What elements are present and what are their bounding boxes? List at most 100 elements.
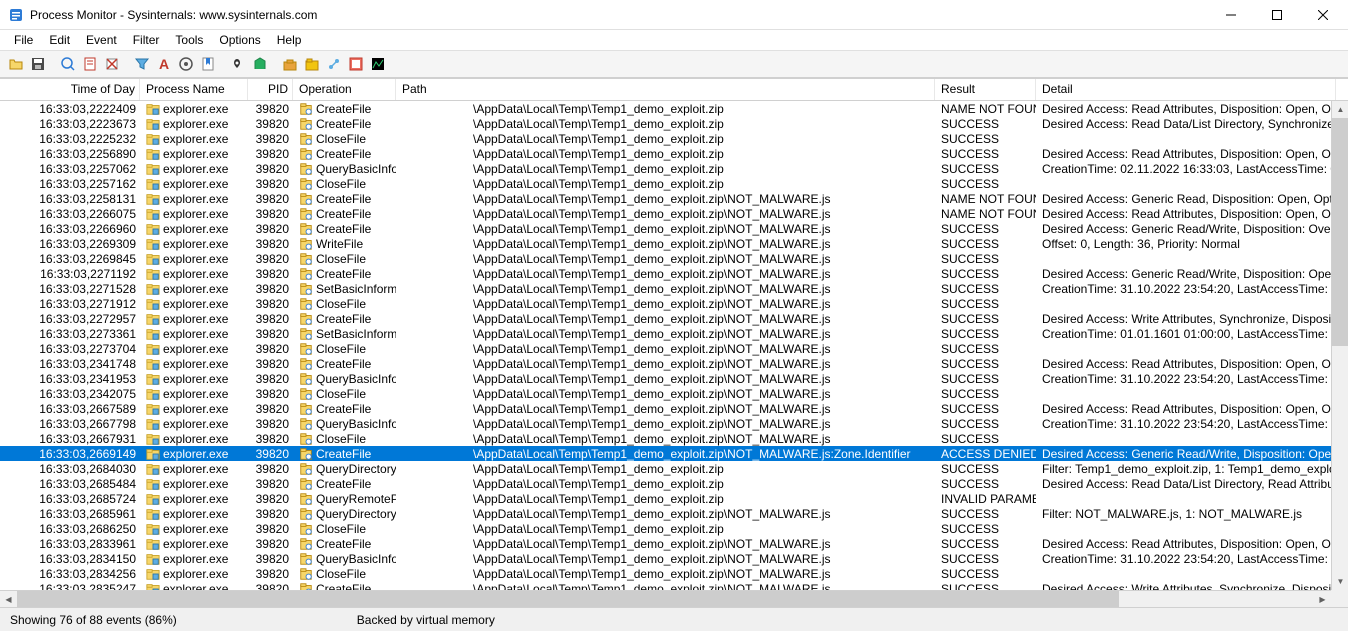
open-button[interactable] xyxy=(6,54,26,74)
registry-activity-button[interactable] xyxy=(280,54,300,74)
column-header-operation[interactable]: Operation xyxy=(293,79,396,100)
grid-body[interactable]: 16:33:03,2222409explorer.exe39820CreateF… xyxy=(0,101,1348,607)
menu-edit[interactable]: Edit xyxy=(41,31,78,49)
event-row[interactable]: 16:33:03,2685484explorer.exe39820CreateF… xyxy=(0,476,1348,491)
event-row[interactable]: 16:33:03,2271192explorer.exe39820CreateF… xyxy=(0,266,1348,281)
cell-result: SUCCESS xyxy=(935,327,1036,341)
event-row[interactable]: 16:33:03,2223673explorer.exe39820CreateF… xyxy=(0,116,1348,131)
event-row[interactable]: 16:33:03,2271528explorer.exe39820SetBasi… xyxy=(0,281,1348,296)
event-row[interactable]: 16:33:03,2685961explorer.exe39820QueryDi… xyxy=(0,506,1348,521)
maximize-button[interactable] xyxy=(1254,0,1300,30)
capture-button[interactable] xyxy=(58,54,78,74)
horizontal-scrollbar[interactable]: ◀ ▶ xyxy=(0,590,1331,607)
event-row[interactable]: 16:33:03,2667798explorer.exe39820QueryBa… xyxy=(0,416,1348,431)
column-header-result[interactable]: Result xyxy=(935,79,1036,100)
event-row[interactable]: 16:33:03,2266960explorer.exe39820CreateF… xyxy=(0,221,1348,236)
cell-pid: 39820 xyxy=(248,507,293,521)
event-row[interactable]: 16:33:03,2266075explorer.exe39820CreateF… xyxy=(0,206,1348,221)
event-row[interactable]: 16:33:03,2269845explorer.exe39820CloseFi… xyxy=(0,251,1348,266)
event-row[interactable]: 16:33:03,2225232explorer.exe39820CloseFi… xyxy=(0,131,1348,146)
event-row[interactable]: 16:33:03,2667589explorer.exe39820CreateF… xyxy=(0,401,1348,416)
cell-path: \AppData\Local\Temp\Temp1_demo_exploit.z… xyxy=(396,417,935,431)
event-row[interactable]: 16:33:03,2257162explorer.exe39820CloseFi… xyxy=(0,176,1348,191)
save-button[interactable] xyxy=(28,54,48,74)
menu-event[interactable]: Event xyxy=(78,31,125,49)
cell-result: SUCCESS xyxy=(935,267,1036,281)
event-row[interactable]: 16:33:03,2834150explorer.exe39820QueryBa… xyxy=(0,551,1348,566)
process-activity-button[interactable] xyxy=(346,54,366,74)
include-button[interactable] xyxy=(176,54,196,74)
menu-help[interactable]: Help xyxy=(269,31,310,49)
cell-process: explorer.exe xyxy=(140,447,248,461)
cell-process: explorer.exe xyxy=(140,282,248,296)
cell-pid: 39820 xyxy=(248,537,293,551)
event-row[interactable]: 16:33:03,2273361explorer.exe39820SetBasi… xyxy=(0,326,1348,341)
scroll-up-button[interactable]: ▲ xyxy=(1332,101,1348,118)
column-header-process-name[interactable]: Process Name xyxy=(140,79,248,100)
cell-pid: 39820 xyxy=(248,522,293,536)
cell-time: 16:33:03,2685961 xyxy=(0,507,140,521)
network-activity-button[interactable] xyxy=(324,54,344,74)
event-row[interactable]: 16:33:03,2273704explorer.exe39820CloseFi… xyxy=(0,341,1348,356)
event-row[interactable]: 16:33:03,2685724explorer.exe39820QueryRe… xyxy=(0,491,1348,506)
event-row[interactable]: 16:33:03,2271912explorer.exe39820CloseFi… xyxy=(0,296,1348,311)
event-row[interactable]: 16:33:03,2686250explorer.exe39820CloseFi… xyxy=(0,521,1348,536)
menu-tools[interactable]: Tools xyxy=(167,31,211,49)
scroll-right-button[interactable]: ▶ xyxy=(1314,591,1331,608)
close-button[interactable] xyxy=(1300,0,1346,30)
cell-result: SUCCESS xyxy=(935,312,1036,326)
cell-path: \AppData\Local\Temp\Temp1_demo_exploit.z… xyxy=(396,357,935,371)
vertical-scrollbar-thumb[interactable] xyxy=(1332,118,1348,346)
scroll-left-button[interactable]: ◀ xyxy=(0,591,17,608)
event-row[interactable]: 16:33:03,2834256explorer.exe39820CloseFi… xyxy=(0,566,1348,581)
cell-path: \AppData\Local\Temp\Temp1_demo_exploit.z… xyxy=(396,537,935,551)
find-button[interactable] xyxy=(228,54,248,74)
cell-detail: Desired Access: Read Attributes, Disposi… xyxy=(1036,357,1336,371)
menu-filter[interactable]: Filter xyxy=(125,31,168,49)
cell-time: 16:33:03,2271192 xyxy=(0,267,140,281)
autoscroll-button[interactable] xyxy=(80,54,100,74)
event-row[interactable]: 16:33:03,2256890explorer.exe39820CreateF… xyxy=(0,146,1348,161)
event-row[interactable]: 16:33:03,2269309explorer.exe39820WriteFi… xyxy=(0,236,1348,251)
jump-button[interactable] xyxy=(250,54,270,74)
event-row[interactable]: 16:33:03,2833961explorer.exe39820CreateF… xyxy=(0,536,1348,551)
event-row[interactable]: 16:33:03,2222409explorer.exe39820CreateF… xyxy=(0,101,1348,116)
menu-file[interactable]: File xyxy=(6,31,41,49)
event-row[interactable]: 16:33:03,2669149explorer.exe39820CreateF… xyxy=(0,446,1348,461)
cell-operation: CloseFile xyxy=(293,252,396,266)
vertical-scrollbar[interactable]: ▲ ▼ xyxy=(1331,101,1348,590)
cell-result: SUCCESS xyxy=(935,357,1036,371)
cell-operation: QueryBasicInfor... xyxy=(293,162,396,176)
event-row[interactable]: 16:33:03,2341953explorer.exe39820QueryBa… xyxy=(0,371,1348,386)
event-row[interactable]: 16:33:03,2272957explorer.exe39820CreateF… xyxy=(0,311,1348,326)
cell-pid: 39820 xyxy=(248,447,293,461)
minimize-button[interactable] xyxy=(1208,0,1254,30)
column-header-time-of-day[interactable]: Time of Day xyxy=(0,79,140,100)
horizontal-scrollbar-thumb[interactable] xyxy=(17,591,1119,608)
cell-operation: CloseFile xyxy=(293,432,396,446)
highlight-button[interactable]: A xyxy=(154,54,174,74)
statusbar: Showing 76 of 88 events (86%) Backed by … xyxy=(0,607,1348,631)
event-row[interactable]: 16:33:03,2684030explorer.exe39820QueryDi… xyxy=(0,461,1348,476)
profiling-button[interactable] xyxy=(368,54,388,74)
clear-button[interactable] xyxy=(102,54,122,74)
event-row[interactable]: 16:33:03,2667931explorer.exe39820CloseFi… xyxy=(0,431,1348,446)
cell-path: \AppData\Local\Temp\Temp1_demo_exploit.z… xyxy=(396,132,935,146)
filesystem-activity-button[interactable] xyxy=(302,54,322,74)
cell-detail: Offset: 0, Length: 36, Priority: Normal xyxy=(1036,237,1336,251)
cell-process: explorer.exe xyxy=(140,297,248,311)
cell-result: SUCCESS xyxy=(935,162,1036,176)
column-header-path[interactable]: Path xyxy=(396,79,935,100)
scroll-down-button[interactable]: ▼ xyxy=(1332,573,1348,590)
bookmark-button[interactable] xyxy=(198,54,218,74)
column-header-detail[interactable]: Detail xyxy=(1036,79,1336,100)
event-row[interactable]: 16:33:03,2257062explorer.exe39820QueryBa… xyxy=(0,161,1348,176)
column-header-pid[interactable]: PID xyxy=(248,79,293,100)
event-row[interactable]: 16:33:03,2342075explorer.exe39820CloseFi… xyxy=(0,386,1348,401)
event-row[interactable]: 16:33:03,2341748explorer.exe39820CreateF… xyxy=(0,356,1348,371)
cell-path: \AppData\Local\Temp\Temp1_demo_exploit.z… xyxy=(396,522,935,536)
menu-options[interactable]: Options xyxy=(211,31,268,49)
cell-path: \AppData\Local\Temp\Temp1_demo_exploit.z… xyxy=(396,207,935,221)
filter-button[interactable] xyxy=(132,54,152,74)
event-row[interactable]: 16:33:03,2258131explorer.exe39820CreateF… xyxy=(0,191,1348,206)
